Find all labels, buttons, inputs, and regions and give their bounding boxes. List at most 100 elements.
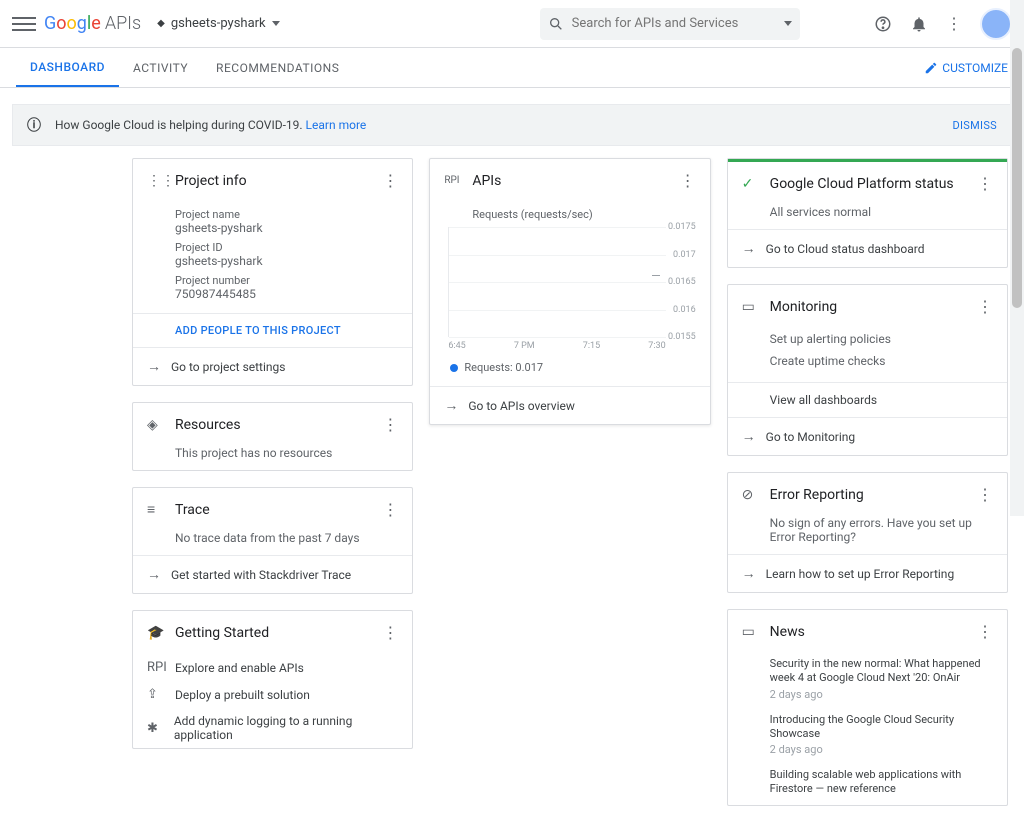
add-people-link[interactable]: ADD PEOPLE TO THIS PROJECT — [133, 313, 412, 347]
error-text: No sign of any errors. Have you set up E… — [728, 516, 1007, 554]
error-setup-link[interactable]: →Learn how to set up Error Reporting — [728, 554, 1007, 592]
resources-card: ◈ Resources ⋮ This project has no resour… — [132, 402, 413, 471]
google-logo: Google — [44, 13, 101, 34]
api-icon: RPI — [444, 175, 462, 186]
card-menu-icon[interactable]: ⋮ — [977, 485, 993, 504]
getting-started-card: 🎓 Getting Started ⋮ RPIExplore and enabl… — [132, 610, 413, 749]
monitoring-card: ▭ Monitoring ⋮ Set up alerting policies … — [727, 284, 1008, 456]
status-card: ✓ Google Cloud Platform status ⋮ All ser… — [727, 158, 1008, 268]
search-icon — [548, 16, 564, 32]
apis-label: APIs — [105, 13, 141, 34]
arrow-icon: → — [147, 566, 161, 583]
banner-learn-more-link[interactable]: Learn more — [306, 118, 367, 132]
status-title: Google Cloud Platform status — [770, 176, 977, 192]
customize-button[interactable]: CUSTOMIZE — [924, 61, 1008, 75]
trace-empty-text: No trace data from the past 7 days — [133, 531, 412, 555]
chart-legend: Requests: 0.017 — [444, 355, 695, 382]
news-card: ▭ News ⋮ Security in the new normal: Wha… — [727, 609, 1008, 806]
card-menu-icon[interactable]: ⋮ — [382, 415, 398, 434]
arrow-icon: → — [742, 428, 756, 445]
news-item[interactable]: Building scalable web applications with … — [728, 764, 1007, 805]
top-bar: Google APIs ◆ gsheets-pyshark ⋮ — [0, 0, 1024, 48]
arrow-icon: → — [742, 565, 756, 582]
api-icon: RPI — [147, 660, 165, 675]
chevron-down-icon — [272, 21, 280, 26]
tab-dashboard[interactable]: DASHBOARD — [16, 48, 119, 87]
status-text: All services normal — [728, 205, 1007, 229]
arrow-icon: → — [742, 240, 756, 257]
gs-explore-apis[interactable]: RPIExplore and enable APIs — [133, 654, 412, 681]
gs-deploy[interactable]: ⇪Deploy a prebuilt solution — [133, 681, 412, 708]
monitoring-icon: ▭ — [742, 299, 760, 315]
card-menu-icon[interactable]: ⋮ — [382, 623, 398, 642]
news-item[interactable]: Security in the new normal: What happene… — [728, 653, 1007, 709]
getting-started-icon: 🎓 — [147, 625, 165, 641]
search-input[interactable] — [564, 16, 784, 31]
arrow-icon: → — [147, 358, 161, 375]
project-name-label: Project name — [175, 208, 398, 221]
status-icon: ✓ — [742, 176, 760, 192]
card-menu-icon[interactable]: ⋮ — [977, 622, 993, 641]
project-id-label: Project ID — [175, 241, 398, 254]
resources-icon: ◈ — [147, 417, 165, 433]
project-settings-link[interactable]: →Go to project settings — [133, 347, 412, 385]
avatar[interactable] — [980, 8, 1012, 40]
monitoring-viewall-link[interactable]: View all dashboards — [728, 382, 1007, 417]
news-title: News — [770, 624, 977, 640]
apis-title: APIs — [472, 173, 679, 189]
covid-banner: ⓘ How Google Cloud is helping during COV… — [12, 104, 1012, 146]
project-info-title: Project info — [175, 173, 382, 189]
monitoring-alerting-link[interactable]: Set up alerting policies — [770, 328, 993, 350]
gs-logging[interactable]: ✱Add dynamic logging to a running applic… — [133, 708, 412, 748]
news-item[interactable]: Introducing the Google Cloud Security Sh… — [728, 709, 1007, 765]
project-info-card: ⋮⋮ Project info ⋮ Project name gsheets-p… — [132, 158, 413, 386]
card-menu-icon[interactable]: ⋮ — [680, 171, 696, 190]
search-box[interactable] — [540, 8, 800, 40]
notifications-icon[interactable] — [910, 15, 928, 33]
trace-link[interactable]: →Get started with Stackdriver Trace — [133, 555, 412, 593]
trace-title: Trace — [175, 502, 382, 518]
tab-recommendations[interactable]: RECOMMENDATIONS — [202, 48, 353, 87]
menu-icon[interactable] — [12, 12, 36, 36]
status-dashboard-link[interactable]: →Go to Cloud status dashboard — [728, 229, 1007, 267]
help-icon[interactable] — [874, 15, 892, 33]
project-number-label: Project number — [175, 274, 398, 287]
resources-empty-text: This project has no resources — [133, 446, 412, 470]
monitoring-uptime-link[interactable]: Create uptime checks — [770, 350, 993, 372]
search-dropdown-icon[interactable] — [784, 21, 792, 26]
card-menu-icon[interactable]: ⋮ — [977, 174, 993, 193]
card-menu-icon[interactable]: ⋮ — [977, 297, 993, 316]
banner-text: How Google Cloud is helping during COVID… — [55, 118, 366, 132]
apis-overview-link[interactable]: →Go to APIs overview — [430, 386, 709, 424]
error-icon: ⊘ — [742, 487, 760, 503]
banner-dismiss-button[interactable]: DISMISS — [953, 119, 998, 132]
project-number-value: 750987445485 — [175, 287, 398, 301]
project-name-value: gsheets-pyshark — [175, 221, 398, 235]
project-icon: ◆ — [157, 18, 165, 29]
card-menu-icon[interactable]: ⋮ — [382, 171, 398, 190]
monitoring-goto-link[interactable]: →Go to Monitoring — [728, 417, 1007, 455]
trace-icon: ≡ — [147, 501, 165, 518]
resources-title: Resources — [175, 417, 382, 433]
scrollbar-thumb[interactable] — [1012, 48, 1022, 308]
trace-card: ≡ Trace ⋮ No trace data from the past 7 … — [132, 487, 413, 594]
getting-started-title: Getting Started — [175, 625, 382, 641]
scrollbar[interactable] — [1010, 0, 1024, 516]
card-menu-icon[interactable]: ⋮ — [382, 500, 398, 519]
project-picker[interactable]: ◆ gsheets-pyshark — [157, 16, 280, 31]
monitoring-title: Monitoring — [770, 299, 977, 315]
news-icon: ▭ — [742, 624, 760, 640]
chart-data-mark — [652, 275, 660, 276]
legend-dot-icon — [450, 364, 458, 372]
tab-activity[interactable]: ACTIVITY — [119, 48, 202, 87]
apis-card: RPI APIs ⋮ Requests (requests/sec) 0.017… — [429, 158, 710, 425]
project-id-value: gsheets-pyshark — [175, 254, 398, 268]
error-reporting-card: ⊘ Error Reporting ⋮ No sign of any error… — [727, 472, 1008, 593]
more-icon[interactable]: ⋮ — [946, 14, 962, 33]
tab-bar: DASHBOARD ACTIVITY RECOMMENDATIONS CUSTO… — [0, 48, 1024, 88]
error-title: Error Reporting — [770, 487, 977, 503]
project-name: gsheets-pyshark — [171, 16, 266, 31]
project-info-icon: ⋮⋮ — [147, 173, 165, 189]
deploy-icon: ⇪ — [147, 687, 165, 702]
arrow-icon: → — [444, 397, 458, 414]
